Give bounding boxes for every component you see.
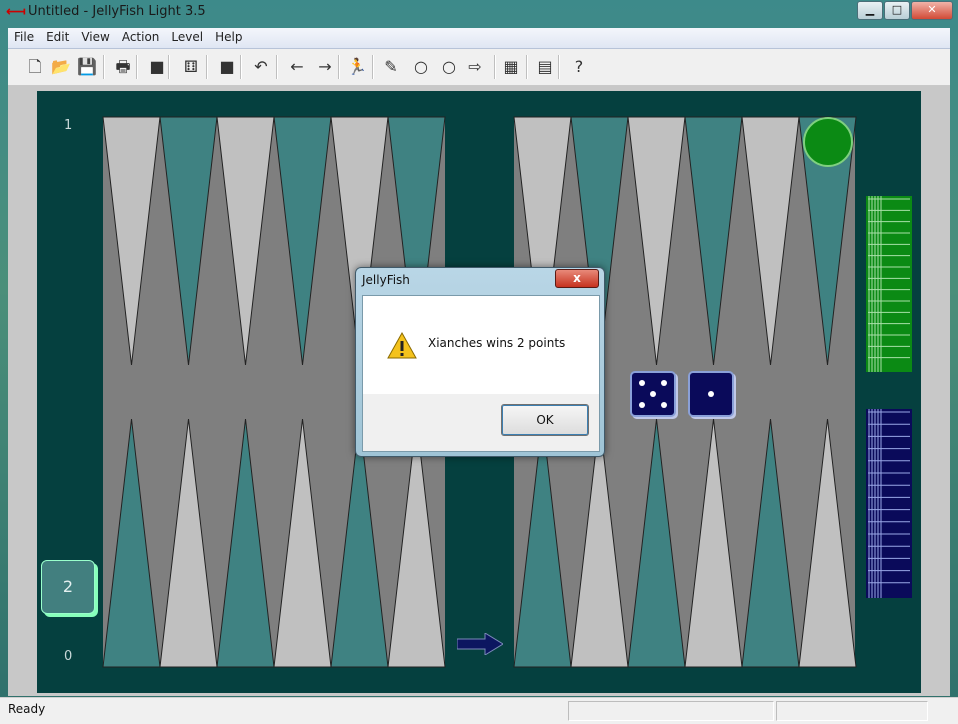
- status-pane: [776, 701, 928, 721]
- die-pip: [650, 391, 656, 397]
- die-pip: [661, 380, 667, 386]
- green-bearoff-tray: [866, 196, 912, 372]
- top-score-label: 1: [64, 118, 73, 133]
- turn-arrow-icon: [457, 633, 503, 655]
- die-pip: [661, 402, 667, 408]
- dialog-message: Xianches wins 2 points: [428, 336, 566, 350]
- status-text: Ready: [8, 702, 46, 716]
- dialog-close-button[interactable]: x: [555, 269, 599, 288]
- blue-bearoff-tray: [866, 409, 912, 598]
- message-dialog: JellyFish x Xianches wins 2 points OK: [355, 267, 605, 457]
- doubling-cube[interactable]: 2: [41, 560, 95, 614]
- status-pane: [568, 701, 774, 721]
- die-pip: [639, 402, 645, 408]
- warning-icon: [387, 332, 417, 359]
- ok-button[interactable]: OK: [501, 404, 589, 436]
- dialog-body: Xianches wins 2 points OK: [362, 295, 600, 452]
- checker[interactable]: [803, 117, 853, 167]
- bottom-score-label: 0: [64, 649, 73, 664]
- die-pip: [708, 391, 714, 397]
- dialog-title: JellyFish: [362, 273, 410, 287]
- die-pip: [639, 380, 645, 386]
- die-one[interactable]: [688, 371, 734, 417]
- dialog-footer: OK: [363, 394, 599, 451]
- app-window: ⟻ Untitled - JellyFish Light 3.5 ▁ □ ✕ F…: [0, 0, 958, 724]
- status-bar: Ready: [0, 697, 958, 724]
- die-five[interactable]: [630, 371, 676, 417]
